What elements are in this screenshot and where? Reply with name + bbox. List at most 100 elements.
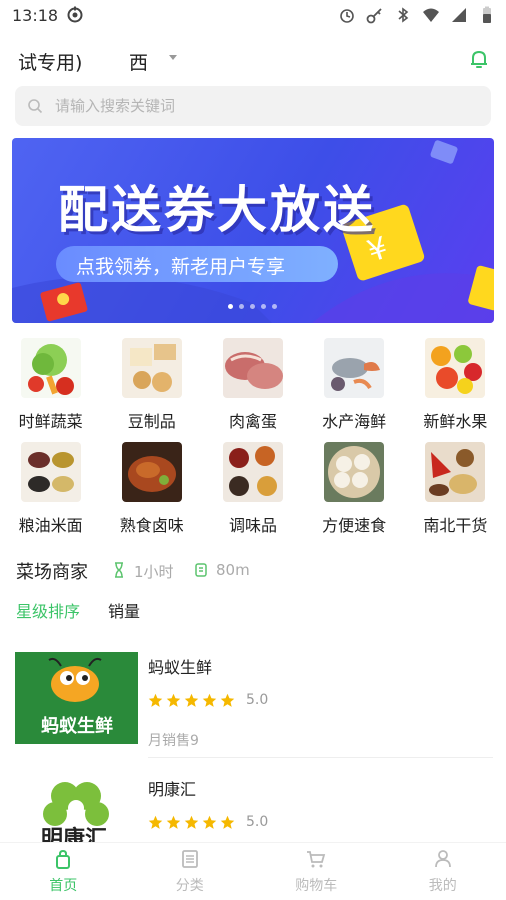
shop-name: 明康汇: [148, 780, 197, 799]
category-cooked-food[interactable]: 熟食卤味: [101, 442, 202, 536]
alarm-icon: [340, 9, 354, 23]
shop-rating-value: 5.0: [246, 692, 269, 708]
signal-icon: [452, 8, 466, 22]
promo-banner[interactable]: ¥ 配送券大放送 点我领券，新老用户专享: [12, 138, 494, 323]
status-time: 13:18: [12, 6, 59, 25]
category-label: 豆制品: [127, 412, 176, 431]
shop-rating-stars: 5.0: [148, 814, 268, 830]
section-title: 菜场商家: [16, 562, 88, 583]
star-icon: [202, 693, 217, 707]
shop-rating-value: 5.0: [246, 814, 269, 830]
cart-icon: [307, 851, 326, 868]
tab-cart[interactable]: 购物车: [253, 843, 380, 900]
star-icon: [202, 815, 217, 829]
delivery-time: 1小时: [134, 563, 174, 581]
sync-icon: [67, 6, 83, 23]
seasoning-image: [222, 442, 283, 502]
tab-label: 分类: [175, 878, 204, 894]
category-seasoning[interactable]: 调味品: [202, 442, 303, 536]
sort-tab-rating[interactable]: 星级排序: [16, 598, 80, 622]
banner-dot[interactable]: [228, 304, 233, 309]
banner-dot[interactable]: [261, 304, 266, 309]
home-icon: [56, 849, 71, 869]
shop-logo: 蚂蚁生鲜: [15, 652, 138, 744]
category-label: 南北干货: [423, 516, 488, 535]
seafood-image: [324, 338, 385, 398]
category-meat[interactable]: 肉禽蛋: [202, 338, 303, 432]
mingkanghui-logo-image: 明康汇: [15, 774, 138, 844]
location-title[interactable]: 试专用): [18, 48, 82, 75]
shop-item[interactable]: 蚂蚁生鲜 蚂蚁生鲜 5.0 月销售9: [0, 650, 506, 760]
wifi-icon: [423, 8, 439, 22]
banner-title: 配送券大放送: [58, 181, 376, 239]
category-seafood[interactable]: 水产海鲜: [304, 338, 405, 432]
star-icon: [220, 693, 235, 707]
category-dried-goods[interactable]: 南北干货: [405, 442, 506, 536]
chevron-down-icon[interactable]: [168, 54, 178, 62]
tab-label: 首页: [49, 878, 78, 894]
tab-label: 我的: [428, 878, 457, 894]
search-input[interactable]: [55, 86, 475, 126]
category-tofu[interactable]: 豆制品: [101, 338, 202, 432]
tab-home[interactable]: 首页: [0, 843, 127, 900]
banner-dot[interactable]: [239, 304, 244, 309]
category-label: 熟食卤味: [119, 516, 184, 535]
header: 试专用) 西: [0, 40, 506, 80]
search-bar[interactable]: [15, 86, 491, 126]
bell-icon[interactable]: [468, 48, 490, 70]
vegetables-image: [20, 338, 81, 398]
star-icon: [184, 693, 199, 707]
category-grain[interactable]: 粮油米面: [0, 442, 101, 536]
category-fruit[interactable]: 新鲜水果: [405, 338, 506, 432]
grain-image: [20, 442, 81, 502]
category-label: 时鲜蔬菜: [18, 412, 83, 431]
banner-pagination: [228, 304, 277, 309]
sort-tabs: 星级排序 销量: [16, 598, 140, 622]
location-city[interactable]: 西: [129, 48, 148, 75]
star-icon: [148, 693, 163, 707]
category-label: 调味品: [228, 516, 277, 535]
dried-goods-image: [425, 442, 486, 502]
category-row: 粮油米面 熟食卤味 调味品 方便速食 南北干货: [0, 442, 506, 536]
shop-sales: 月销售9: [148, 733, 199, 749]
shop-name: 蚂蚁生鲜: [148, 658, 213, 677]
cooked-food-image: [121, 442, 182, 502]
star-icon: [148, 815, 163, 829]
category-label: 肉禽蛋: [228, 412, 277, 431]
status-bar: 13:18: [0, 0, 506, 32]
dumplings-image: [324, 442, 385, 502]
fruit-image: [425, 338, 486, 398]
status-icons: [338, 6, 496, 24]
tab-label: 购物车: [295, 878, 338, 894]
shop-logo-text: 蚂蚁生鲜: [41, 715, 113, 737]
search-icon: [28, 99, 43, 114]
star-icon: [166, 693, 181, 707]
tab-profile[interactable]: 我的: [380, 843, 506, 900]
star-icon: [184, 815, 199, 829]
bottom-tab-bar: 首页 分类 购物车 我的: [0, 842, 506, 900]
delivery-distance: 80m: [216, 561, 250, 579]
tofu-image: [121, 338, 182, 398]
category-label: 水产海鲜: [322, 412, 387, 431]
category-row: 时鲜蔬菜 豆制品 肉禽蛋 水产海鲜 新鲜水果: [0, 338, 506, 432]
profile-icon: [434, 850, 451, 868]
shop-rating-stars: 5.0: [148, 692, 268, 708]
tab-category[interactable]: 分类: [127, 843, 254, 900]
star-icon: [166, 815, 181, 829]
sort-tab-sales[interactable]: 销量: [108, 598, 140, 622]
category-label: 方便速食: [322, 516, 387, 535]
banner-subtitle: 点我领券，新老用户专享: [76, 256, 286, 278]
banner-dot[interactable]: [272, 304, 277, 309]
category-label: 粮油米面: [18, 516, 83, 535]
banner-dot[interactable]: [250, 304, 255, 309]
category-vegetables[interactable]: 时鲜蔬菜: [0, 338, 101, 432]
category-icon: [181, 850, 198, 868]
ant-logo-image: 蚂蚁生鲜: [15, 652, 138, 744]
shop-logo: 明康汇: [15, 774, 138, 844]
battery-icon: [483, 6, 491, 23]
star-icon: [220, 815, 235, 829]
bluetooth-icon: [398, 7, 409, 23]
category-instant-food[interactable]: 方便速食: [304, 442, 405, 536]
divider: [148, 757, 493, 758]
hourglass-icon: [115, 562, 123, 578]
